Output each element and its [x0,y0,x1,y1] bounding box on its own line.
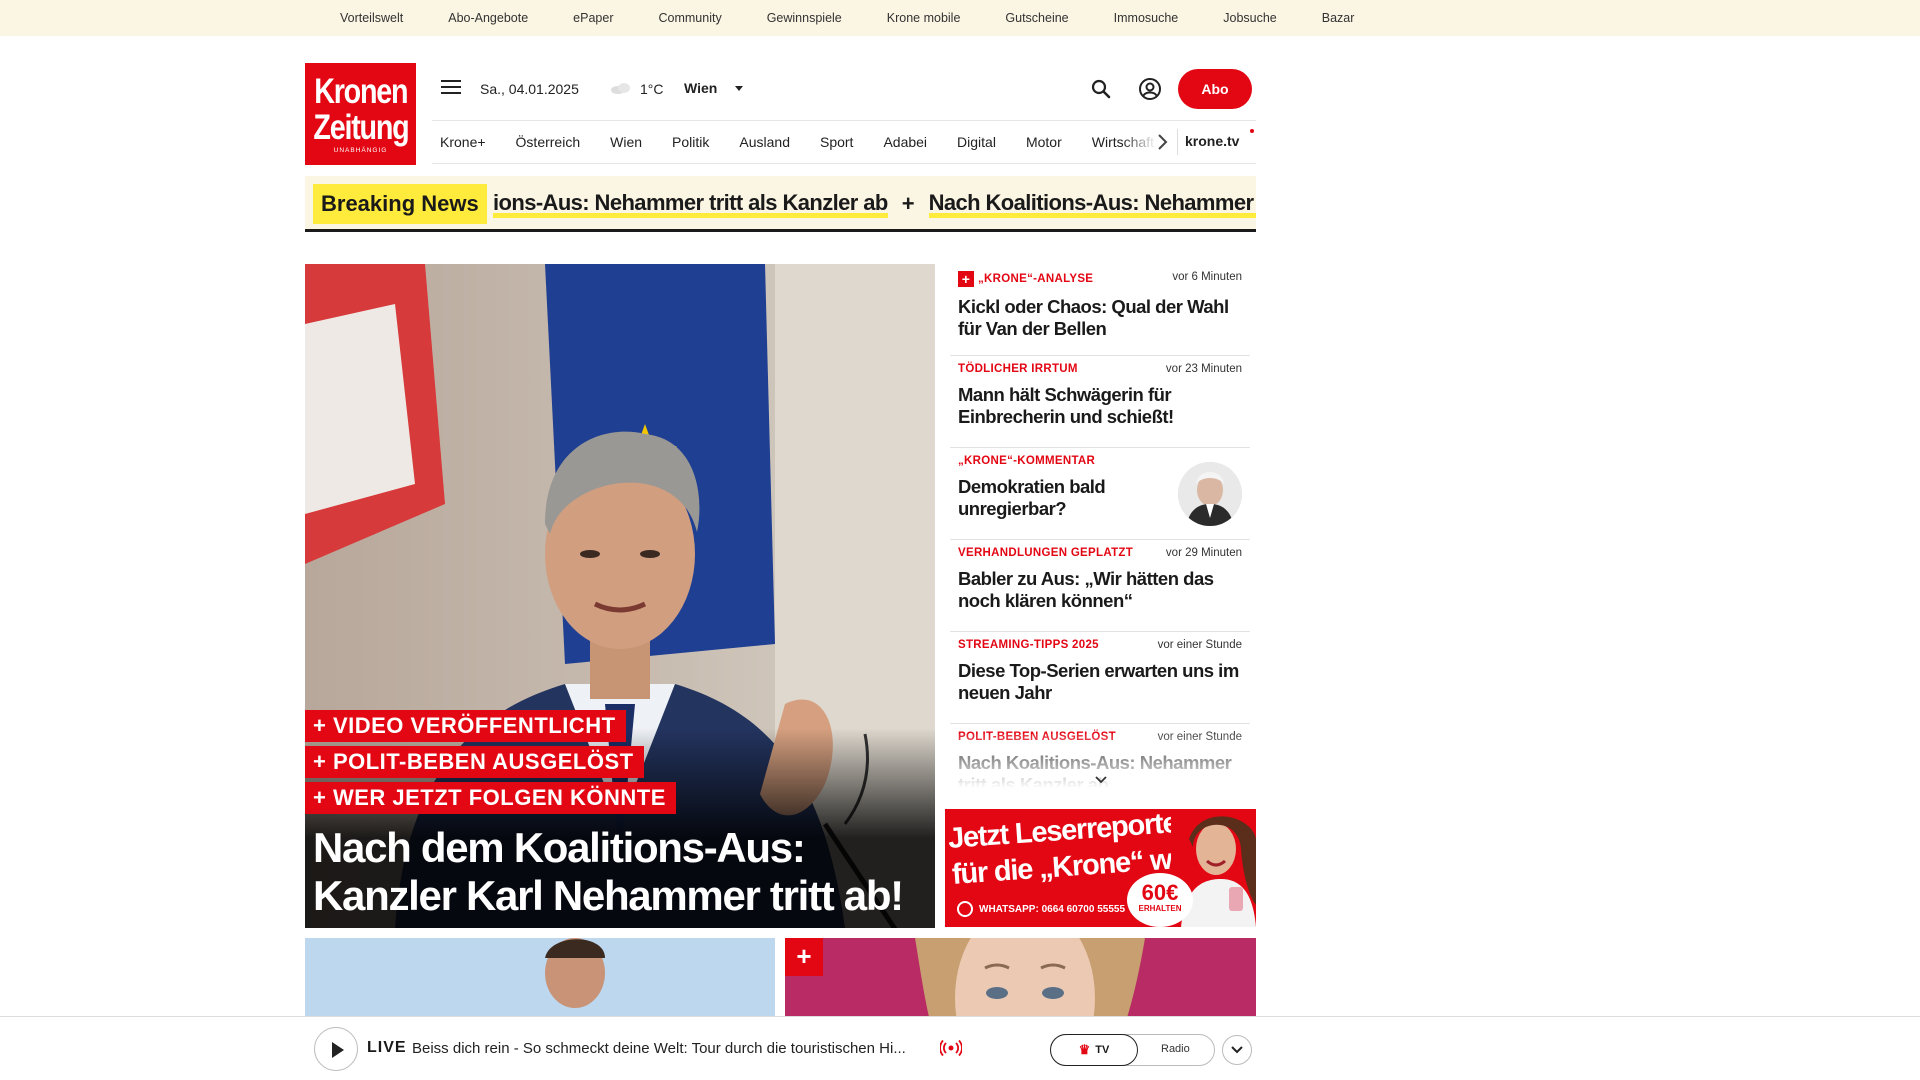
ad-whatsapp-number: WHATSAPP: 0664 60700 55555 [979,903,1126,915]
temperature: 1°C [640,81,664,97]
logo-tagline: UNABHÄNGIG [333,147,388,154]
ad-whatsapp: WHATSAPP: 0664 60700 55555 [957,901,1125,917]
live-player-bar: LIVE Beiss dich rein - So schmeckt deine… [0,1016,1920,1080]
nav-items: Krone+ Österreich Wien Politik Ausland Sport A… [432,121,1167,163]
latest-stories-list: + „KRONE“-ANALYSE vor 6 Minuten Kickl oder … [950,264,1250,794]
tv-radio-toggle: ♛ TV Radio [1050,1034,1215,1066]
nav-item[interactable]: Adabei [883,134,927,150]
story-title[interactable]: Babler zu Aus: „Wir hätten das noch klär… [958,568,1242,612]
logo-line-2: Zeitung [312,108,409,147]
now-playing-title[interactable]: Beiss dich rein - So schmeckt deine Welt… [412,1040,906,1057]
tv-tab[interactable]: ♛ TV [1050,1034,1138,1066]
account-icon[interactable] [1138,77,1162,101]
utility-link[interactable]: Vorteilswelt [340,11,403,25]
live-indicator-dot [1250,129,1254,133]
utility-link[interactable]: Gutscheine [1005,11,1068,25]
tv-tab-label: TV [1095,1044,1110,1056]
abo-button[interactable]: Abo [1178,69,1252,109]
whatsapp-icon [957,901,973,917]
utility-link[interactable]: Jobsuche [1223,11,1277,25]
nav-divider [1177,129,1178,155]
story-time: vor 23 Minuten [1165,363,1242,375]
story-item[interactable]: VERHANDLUNGEN GEPLATZT vor 29 Minuten Babl… [950,540,1250,632]
nav-item[interactable]: Sport [820,134,853,150]
ad-reward-label: ERHALTEN [1138,904,1182,913]
utility-bar: Vorteilswelt Abo-Angebote ePaper Community G… [0,0,1920,36]
broadcast-icon [940,1039,962,1057]
story-title[interactable]: Kickl oder Chaos: Qual der Wahl für Van … [958,296,1242,340]
nav-item[interactable]: Krone+ [440,134,486,150]
hero-tags: + VIDEO VERÖFFENTLICHT + POLIT-BEBEN AUS… [305,710,676,818]
story-time: vor 6 Minuten [1172,271,1242,283]
ticker-separator: + [901,191,915,216]
ticker-item[interactable]: ions-Aus: Nehammer tritt als Kanzler ab [493,190,888,218]
story-kicker-text: VERHANDLUNGEN GEPLATZT [958,547,1134,559]
utility-links: Vorteilswelt Abo-Angebote ePaper Community G… [340,0,1399,36]
story-title[interactable]: Diese Top-Serien erwarten uns im neuen J… [958,660,1242,704]
leserreporter-ad[interactable]: Jetzt Leserreporter für die „Krone“ werd… [945,809,1256,927]
nav-item[interactable]: Ausland [739,134,790,150]
ticker-track: ions-Aus: Nehammer tritt als Kanzler ab … [493,184,1256,224]
chevron-down-icon [1231,1046,1243,1054]
kronen-zeitung-logo[interactable]: Kronen Zeitung UNABHÄNGIG [305,63,416,165]
crown-icon: ♛ [1078,1042,1091,1057]
story-title[interactable]: Mann hält Schwägerin für Einbrecherin un… [958,384,1242,428]
nav-item[interactable]: Digital [957,134,996,150]
story-kicker-text: „KRONE“-ANALYSE [978,273,1094,285]
logo-line-1: Kronen [313,72,408,111]
hero-headline-line: Nach dem Koalitions-Aus: [313,824,806,871]
nav-item-krone-tv[interactable]: krone.tv [1185,133,1239,149]
expand-player-button[interactable] [1222,1035,1252,1065]
nav-item[interactable]: Politik [672,134,709,150]
hero-tag: + WER JETZT FOLGEN KÖNNTE [305,782,676,814]
ad-reward-badge: 60€ ERHALTEN [1127,873,1193,927]
utility-link[interactable]: Bazar [1322,11,1355,25]
main-navigation: Krone+ Österreich Wien Politik Ausland Sport A… [432,120,1256,164]
hero-tag: + VIDEO VERÖFFENTLICHT [305,710,626,742]
utility-link[interactable]: Gewinnspiele [767,11,842,25]
utility-link[interactable]: Immosuche [1114,11,1179,25]
utility-link[interactable]: Community [658,11,721,25]
story-item[interactable]: TÖDLICHER IRRTUM vor 23 Minuten Mann hält … [950,356,1250,448]
author-avatar [1178,462,1242,526]
nav-item[interactable]: Wien [610,134,642,150]
story-item[interactable]: + „KRONE“-ANALYSE vor 6 Minuten Kickl oder … [950,264,1250,356]
chevron-right-icon[interactable] [1154,133,1170,151]
story-item[interactable]: „KRONE“-KOMMENTAR Demokratien bald unregi… [950,448,1250,540]
ad-reward-amount: 60€ [1141,880,1179,905]
ticker-item[interactable]: Nach Koalitions-Aus: Nehammer tritt als … [928,190,1256,218]
story-item[interactable]: STREAMING-TIPPS 2025 vor einer Stunde Dies… [950,632,1250,724]
hero-article[interactable]: + VIDEO VERÖFFENTLICHT + POLIT-BEBEN AUS… [305,264,935,928]
play-icon[interactable] [314,1027,358,1071]
hero-headline[interactable]: Nach dem Koalitions-Aus: Kanzler Karl Ne… [313,824,904,920]
breaking-news-ticker[interactable]: Breaking News ions-Aus: Nehammer tritt a… [305,176,1256,232]
breaking-news-label: Breaking News [313,184,487,224]
nav-item[interactable]: Österreich [516,134,581,150]
radio-tab[interactable]: Radio [1161,1043,1190,1055]
utility-link[interactable]: ePaper [573,11,613,25]
hero-headline-line: Kanzler Karl Nehammer tritt ab! [313,872,904,919]
utility-link[interactable]: Abo-Angebote [448,11,528,25]
krone-plus-icon: + [785,938,823,976]
story-kicker-text: „KRONE“-KOMMENTAR [958,455,1096,467]
krone-plus-icon: + [958,271,974,287]
live-label: LIVE [367,1039,407,1056]
hero-tag: + POLIT-BEBEN AUSGELÖST [305,746,644,778]
story-title[interactable]: Demokratien bald unregierbar? [958,476,1138,520]
search-icon[interactable] [1090,78,1112,100]
current-date: Sa., 04.01.2025 [480,81,579,97]
nav-item[interactable]: Motor [1026,134,1062,150]
story-time: vor einer Stunde [1157,639,1242,651]
chevron-down-icon[interactable] [1093,774,1109,786]
story-kicker-text: TÖDLICHER IRRTUM [958,363,1078,375]
city-selector[interactable]: Wien [684,80,717,96]
cloud-icon [611,83,630,94]
story-time: vor 29 Minuten [1165,547,1242,559]
menu-icon[interactable] [441,80,461,96]
story-kicker-text: STREAMING-TIPPS 2025 [958,639,1099,651]
caret-down-icon[interactable] [735,86,743,91]
utility-link[interactable]: Krone mobile [887,11,961,25]
